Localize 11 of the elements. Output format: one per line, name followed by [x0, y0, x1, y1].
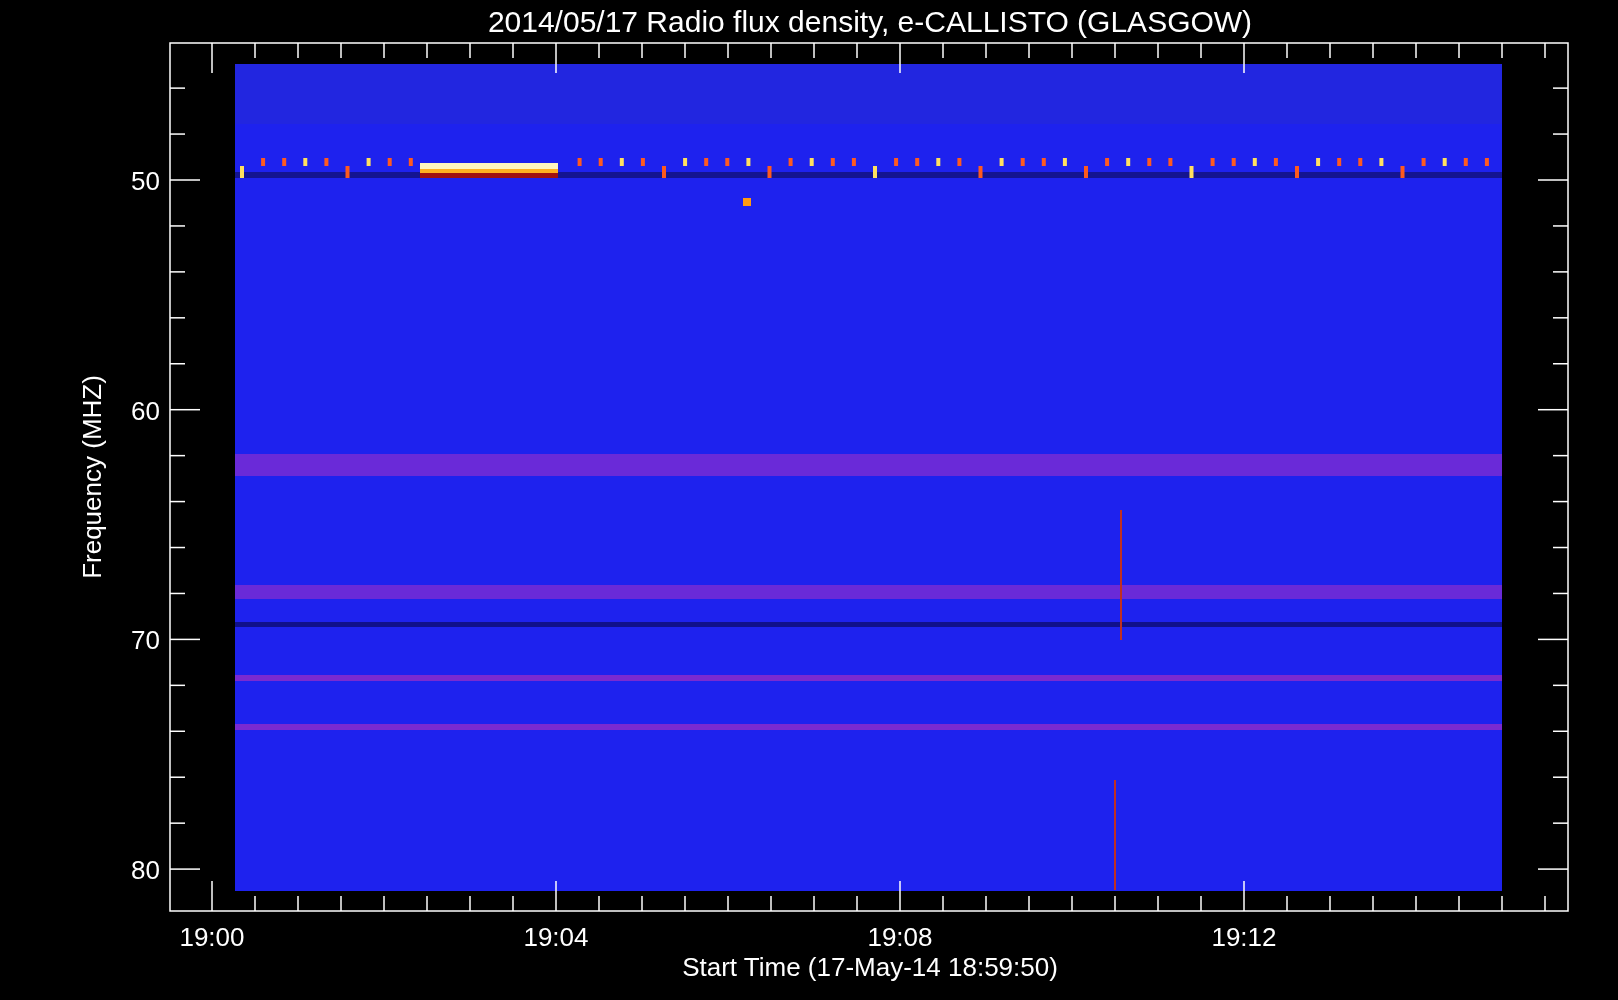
y-tick-label: 50: [131, 166, 160, 196]
x-axis-label: Start Time (17-May-14 18:59:50): [682, 952, 1058, 982]
y-axis-label: Frequency (MHZ): [77, 375, 107, 579]
x-tick-label: 19:08: [867, 922, 933, 952]
y-tick-label: 80: [131, 855, 160, 886]
y-tick-label: 60: [131, 395, 160, 426]
x-tick-label: 19:12: [1211, 922, 1277, 952]
chart-title: 2014/05/17 Radio flux density, e-CALLISTO (GLASGOW): [487, 5, 1253, 38]
y-tick-label: 70: [131, 625, 160, 656]
x-tick-label: 19:00: [179, 922, 245, 952]
x-tick-label: 19:04: [523, 922, 589, 952]
